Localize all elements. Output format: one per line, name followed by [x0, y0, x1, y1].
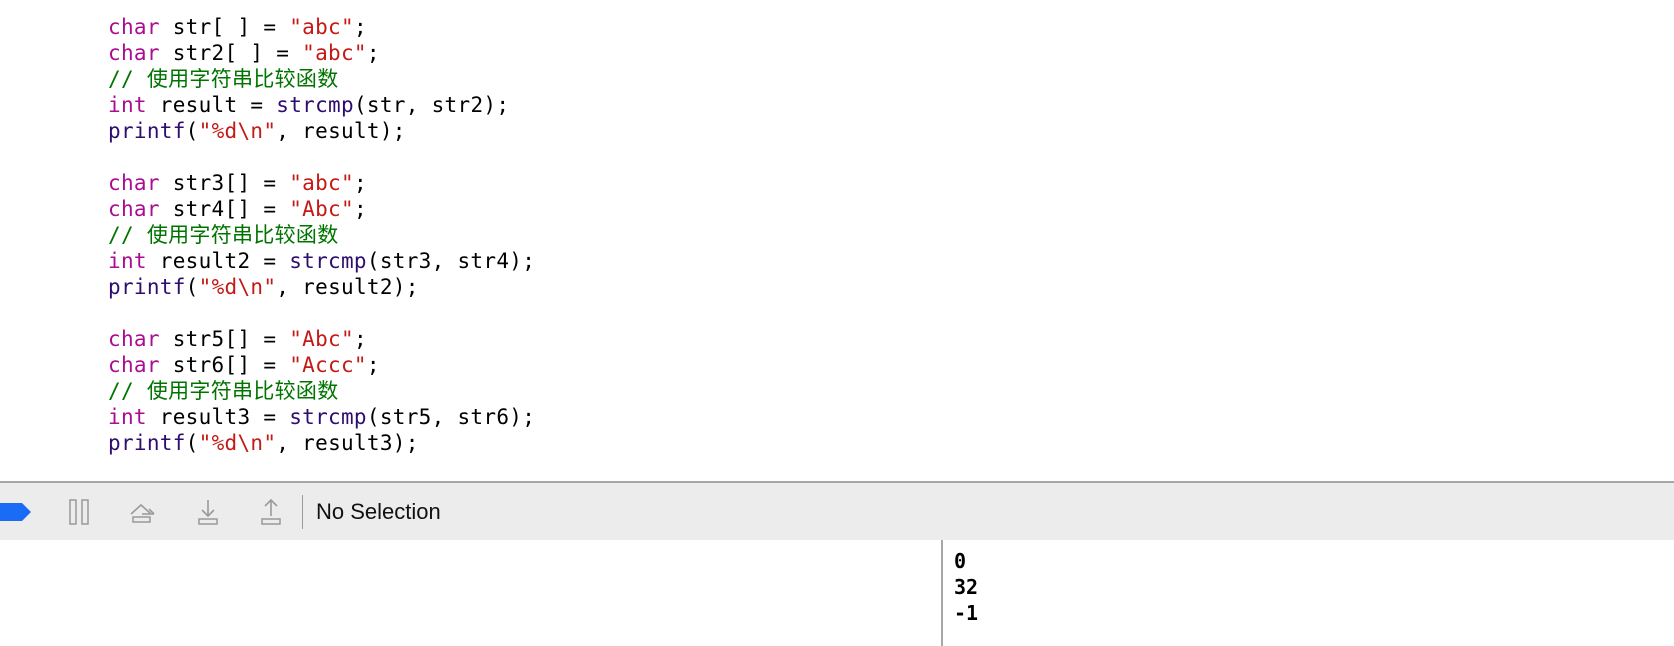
comment-token: // 使用字符串比较函数: [108, 379, 339, 403]
code-line[interactable]: [108, 300, 535, 326]
keyword-token: int: [108, 93, 147, 117]
keyword-token: char: [108, 171, 160, 195]
keyword-token: char: [108, 197, 160, 221]
code-line[interactable]: int result = strcmp(str, str2);: [108, 92, 535, 118]
code-token: (str5, str6);: [366, 405, 536, 429]
variables-view[interactable]: [0, 540, 941, 646]
code-token: (str3, str4);: [366, 249, 536, 273]
keyword-token: char: [108, 353, 160, 377]
code-token: str4[] =: [159, 197, 290, 221]
selection-label: No Selection: [316, 499, 441, 524]
code-token: ;: [366, 41, 380, 65]
code-text[interactable]: char str[ ] = "abc"; char str2[ ] = "abc"…: [108, 14, 535, 456]
code-token: (str, str2);: [353, 93, 510, 117]
code-token: result3 =: [146, 405, 290, 429]
string-token: "Accc": [289, 353, 367, 377]
keyword-token: char: [108, 327, 160, 351]
string-token: "%d\n": [198, 119, 277, 143]
step-over-icon: [130, 503, 155, 523]
keyword-token: char: [108, 41, 160, 65]
debug-toolbar: No Selection: [0, 481, 1674, 542]
function-token: strcmp: [289, 249, 367, 273]
comment-token: // 使用字符串比较函数: [108, 223, 339, 247]
function-token: strcmp: [289, 405, 367, 429]
debug-area: 0 32 -1: [0, 540, 1674, 646]
code-token: (: [185, 275, 199, 299]
code-token: str6[] =: [159, 353, 290, 377]
code-token: ;: [353, 197, 367, 221]
code-line[interactable]: // 使用字符串比较函数: [108, 378, 535, 404]
code-line[interactable]: char str4[] = "Abc";: [108, 196, 535, 222]
code-token: str[ ] =: [159, 15, 290, 39]
step-into-icon: [198, 499, 218, 525]
function-token: printf: [108, 119, 186, 143]
function-token: printf: [108, 275, 186, 299]
code-line[interactable]: printf("%d\n", result3);: [108, 430, 535, 456]
string-token: "%d\n": [198, 431, 277, 455]
step-out-button[interactable]: [255, 483, 287, 540]
pane-splitter[interactable]: [941, 540, 943, 646]
pause-icon: [69, 498, 89, 525]
keyword-token: char: [108, 15, 160, 39]
code-token: str3[] =: [159, 171, 290, 195]
code-line[interactable]: // 使用字符串比较函数: [108, 66, 535, 92]
toolbar-divider: [302, 495, 303, 529]
comment-token: // 使用字符串比较函数: [108, 67, 339, 91]
code-line[interactable]: int result3 = strcmp(str5, str6);: [108, 404, 535, 430]
string-token: "%d\n": [198, 275, 277, 299]
code-token: result2 =: [146, 249, 290, 273]
code-line[interactable]: int result2 = strcmp(str3, str4);: [108, 248, 535, 274]
step-out-icon: [261, 498, 281, 525]
console-line: 32: [954, 575, 979, 599]
code-token: (: [185, 431, 199, 455]
code-token: , result2);: [276, 275, 419, 299]
code-token: result =: [146, 93, 277, 117]
code-token: ;: [353, 171, 367, 195]
string-token: "abc": [289, 171, 354, 195]
pause-button[interactable]: [64, 483, 96, 540]
code-line[interactable]: // 使用字符串比较函数: [108, 222, 535, 248]
code-token: ;: [366, 353, 380, 377]
keyword-token: int: [108, 405, 147, 429]
code-line[interactable]: char str[ ] = "abc";: [108, 14, 535, 40]
code-token: (: [185, 119, 199, 143]
step-over-button[interactable]: [126, 483, 162, 540]
breakpoints-toggle-icon: [0, 502, 31, 521]
console-line: -1: [954, 601, 979, 625]
code-line[interactable]: printf("%d\n", result);: [108, 118, 535, 144]
step-into-button[interactable]: [192, 483, 224, 540]
code-line[interactable]: char str6[] = "Accc";: [108, 352, 535, 378]
code-token: , result);: [276, 119, 406, 143]
code-token: str5[] =: [159, 327, 290, 351]
string-token: "abc": [302, 41, 367, 65]
console-output[interactable]: 0 32 -1: [954, 548, 978, 626]
code-line[interactable]: char str5[] = "Abc";: [108, 326, 535, 352]
code-token: ;: [353, 15, 367, 39]
code-line[interactable]: printf("%d\n", result2);: [108, 274, 535, 300]
code-token: , result3);: [276, 431, 419, 455]
code-token: str2[ ] =: [159, 41, 303, 65]
code-token: ;: [353, 327, 367, 351]
console-line: 0: [954, 549, 967, 573]
breakpoints-toggle-button[interactable]: [0, 483, 32, 540]
string-token: "Abc": [289, 327, 354, 351]
code-line[interactable]: char str2[ ] = "abc";: [108, 40, 535, 66]
string-token: "Abc": [289, 197, 354, 221]
code-line[interactable]: char str3[] = "abc";: [108, 170, 535, 196]
keyword-token: int: [108, 249, 147, 273]
source-editor[interactable]: char str[ ] = "abc"; char str2[ ] = "abc"…: [0, 0, 1674, 481]
function-token: strcmp: [276, 93, 354, 117]
string-token: "abc": [289, 15, 354, 39]
code-line[interactable]: [108, 144, 535, 170]
function-token: printf: [108, 431, 186, 455]
